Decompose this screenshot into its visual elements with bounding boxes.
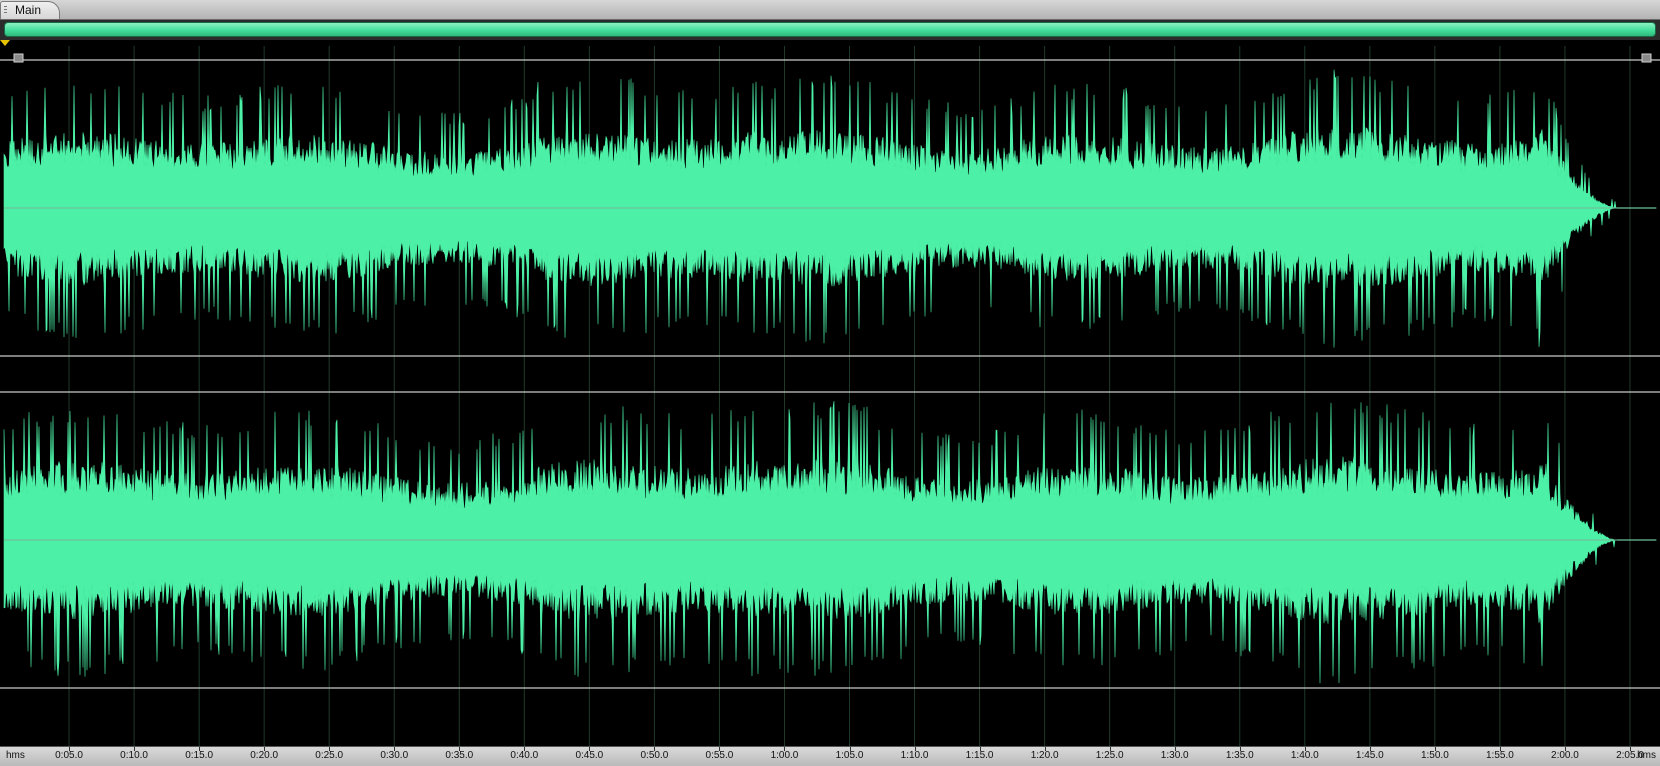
overview-range-thumb[interactable]: [4, 22, 1656, 37]
ruler-tick-label: 0:10.0: [120, 750, 148, 761]
waveform-channel-right: [3, 401, 1657, 684]
ruler-tick-label: 0:05.0: [55, 750, 83, 761]
ruler-tick-label: 1:45.0: [1355, 750, 1384, 761]
ruler-tick-label: 1:15.0: [965, 750, 994, 761]
ruler-tick-label: 1:00.0: [770, 750, 799, 761]
range-start-marker-icon: [13, 53, 24, 63]
ruler-tick-label: 1:10.0: [900, 750, 929, 761]
ruler-tick-label: 1:30.0: [1160, 750, 1189, 761]
ruler-tick-label: 1:25.0: [1095, 750, 1124, 761]
ruler-tick-label: 2:05.0: [1616, 750, 1644, 761]
ruler-tick-label: 1:05.0: [835, 750, 864, 761]
ruler-tick-label: 1:40.0: [1290, 750, 1319, 761]
tab-bar: Main: [0, 0, 1660, 20]
ruler-tick-label: 0:55.0: [705, 750, 734, 761]
ruler-tick-label: 0:20.0: [250, 750, 279, 761]
ruler-tick-label: 1:50.0: [1420, 750, 1449, 761]
ruler-tick-label: 0:45.0: [575, 750, 604, 761]
ruler-tick-label: 0:40.0: [510, 750, 539, 761]
waveform-channel-left: [3, 69, 1657, 348]
ruler-tick-label: 0:15.0: [185, 750, 214, 761]
tab-main-label: Main: [15, 3, 42, 17]
ruler-tick-label: 0:50.0: [640, 750, 669, 761]
tab-grip-icon: [4, 6, 7, 15]
ruler-tick-label: 1:55.0: [1485, 750, 1514, 761]
range-end-marker-icon: [1641, 53, 1652, 63]
timeline-ruler[interactable]: hms hms 0:05.0 0:10.0 0:15.0 0:20.0 0:25.0 0:…: [0, 746, 1660, 766]
ruler-tick-label: 0:35.0: [445, 750, 474, 761]
overview-scrollbar[interactable]: [0, 20, 1660, 40]
ruler-tick-label: 0:30.0: [380, 750, 409, 761]
ruler-unit-left: hms: [6, 750, 25, 761]
ruler-tick-label: 1:20.0: [1030, 750, 1059, 761]
ruler-tick-label: 2:00.0: [1551, 750, 1579, 761]
waveform-display[interactable]: [0, 46, 1660, 746]
ruler-tick-label: 1:35.0: [1225, 750, 1254, 761]
tab-main[interactable]: Main: [0, 1, 61, 19]
ruler-tick-label: 0:25.0: [315, 750, 344, 761]
